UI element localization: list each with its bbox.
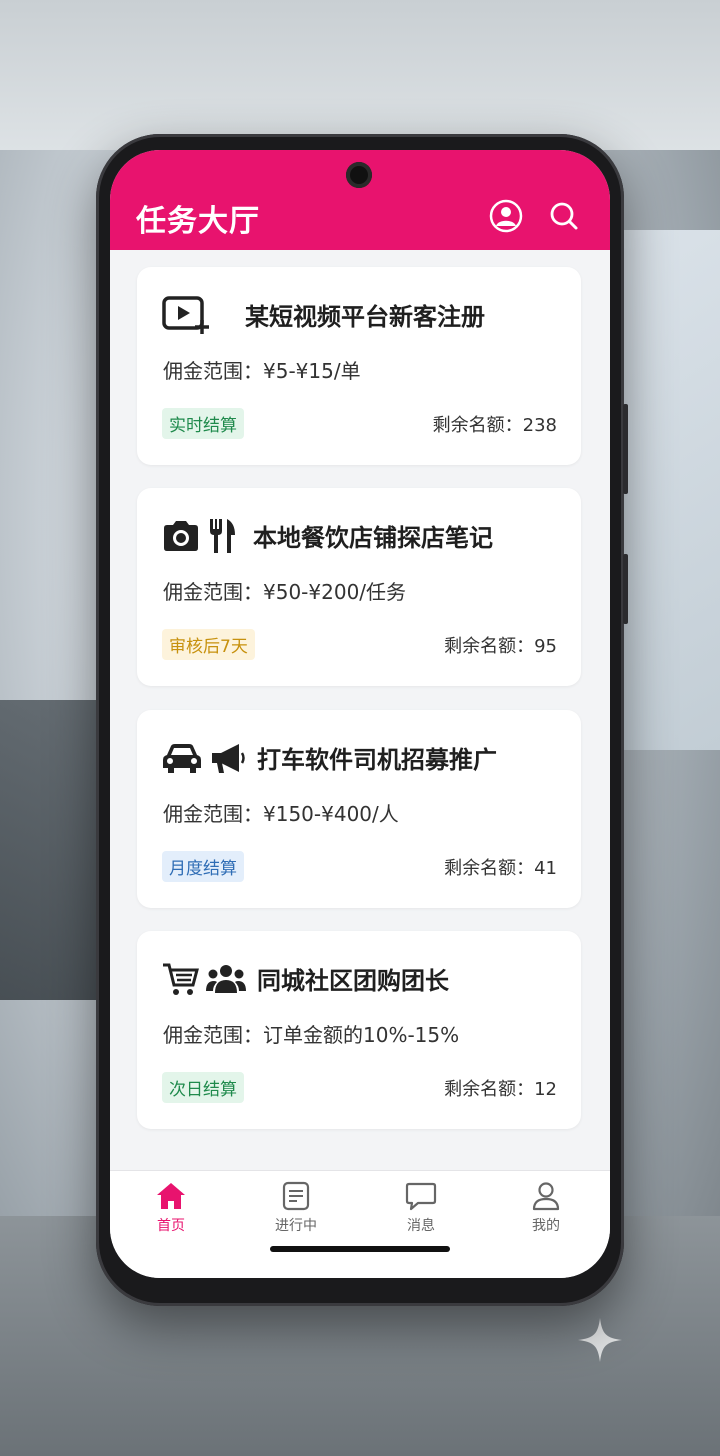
task-card[interactable]: 打车软件司机招募推广 佣金范围：¥150-¥400/人 月度结算 剩余名额：41 (137, 710, 581, 908)
home-indicator[interactable] (270, 1246, 450, 1252)
task-card[interactable]: 同城社区团购团长 佣金范围：订单金额的10%-15% 次日结算 剩余名额：12 (137, 931, 581, 1129)
task-card[interactable]: 本地餐饮店铺探店笔记 佣金范围：¥50-¥200/任务 审核后7天 剩余名额：9… (137, 488, 581, 686)
page-title: 任务大厅 (136, 204, 260, 239)
tab-label: 首页 (157, 1218, 185, 1234)
task-icons (161, 959, 247, 999)
tab-label: 我的 (532, 1218, 560, 1234)
task-icons (161, 738, 247, 778)
document-icon (282, 1181, 310, 1211)
background-desk (0, 700, 110, 1000)
task-commission: 佣金范围：¥50-¥200/任务 (163, 580, 407, 604)
task-icons (161, 516, 237, 556)
task-title: 同城社区团购团长 (257, 967, 449, 995)
phone-frame: 任务大厅 某短视频平台新客注册 佣金范围：¥5-¥15/单 实时结算 剩余名额：… (96, 134, 628, 1306)
utensils-icon (210, 519, 235, 553)
task-list: 某短视频平台新客注册 佣金范围：¥5-¥15/单 实时结算 剩余名额：238 本… (110, 250, 610, 1170)
task-icons (161, 295, 211, 335)
remaining-slots: 剩余名额：238 (432, 415, 557, 436)
home-icon (157, 1183, 185, 1209)
tab-in-progress[interactable]: 进行中 (256, 1181, 336, 1241)
background-scene: 任务大厅 某短视频平台新客注册 佣金范围：¥5-¥15/单 实时结算 剩余名额：… (0, 0, 720, 1456)
task-title: 本地餐饮店铺探店笔记 (253, 524, 493, 552)
task-commission: 佣金范围：¥5-¥15/单 (163, 359, 361, 383)
volume-button (623, 404, 628, 494)
tab-home[interactable]: 首页 (131, 1181, 211, 1241)
remaining-slots: 剩余名额：95 (444, 636, 557, 657)
profile-icon (532, 1182, 560, 1211)
front-camera (346, 162, 372, 188)
remaining-slots: 剩余名额：12 (444, 1079, 557, 1100)
search-icon[interactable] (546, 198, 582, 234)
task-title: 打车软件司机招募推广 (257, 746, 497, 774)
settlement-tag: 月度结算 (162, 851, 244, 882)
task-card[interactable]: 某短视频平台新客注册 佣金范围：¥5-¥15/单 实时结算 剩余名额：238 (137, 267, 581, 465)
remaining-slots: 剩余名额：41 (444, 858, 557, 879)
car-icon (163, 744, 201, 773)
settlement-tag: 审核后7天 (162, 629, 255, 660)
task-commission: 佣金范围：订单金额的10%-15% (163, 1023, 460, 1047)
settlement-tag: 实时结算 (162, 408, 244, 439)
video-add-icon (162, 296, 209, 334)
tab-label: 进行中 (275, 1218, 317, 1234)
user-circle-icon[interactable] (488, 198, 524, 234)
message-icon (405, 1182, 437, 1211)
megaphone-icon (212, 744, 245, 773)
power-button (623, 554, 628, 624)
task-title: 某短视频平台新客注册 (245, 303, 485, 331)
settlement-tag: 次日结算 (162, 1072, 244, 1103)
cart-icon (163, 963, 199, 995)
tab-profile[interactable]: 我的 (506, 1181, 586, 1241)
app-screen: 任务大厅 某短视频平台新客注册 佣金范围：¥5-¥15/单 实时结算 剩余名额：… (110, 150, 610, 1278)
task-commission: 佣金范围：¥150-¥400/人 (163, 802, 399, 826)
camera-icon (164, 521, 198, 551)
sparkle-icon (578, 1318, 622, 1362)
tab-label: 消息 (407, 1218, 435, 1234)
group-icon (206, 965, 246, 993)
bottom-tab-bar: 首页 进行中 消息 我的 (110, 1170, 610, 1278)
tab-messages[interactable]: 消息 (381, 1181, 461, 1241)
background-ceiling (0, 0, 720, 150)
